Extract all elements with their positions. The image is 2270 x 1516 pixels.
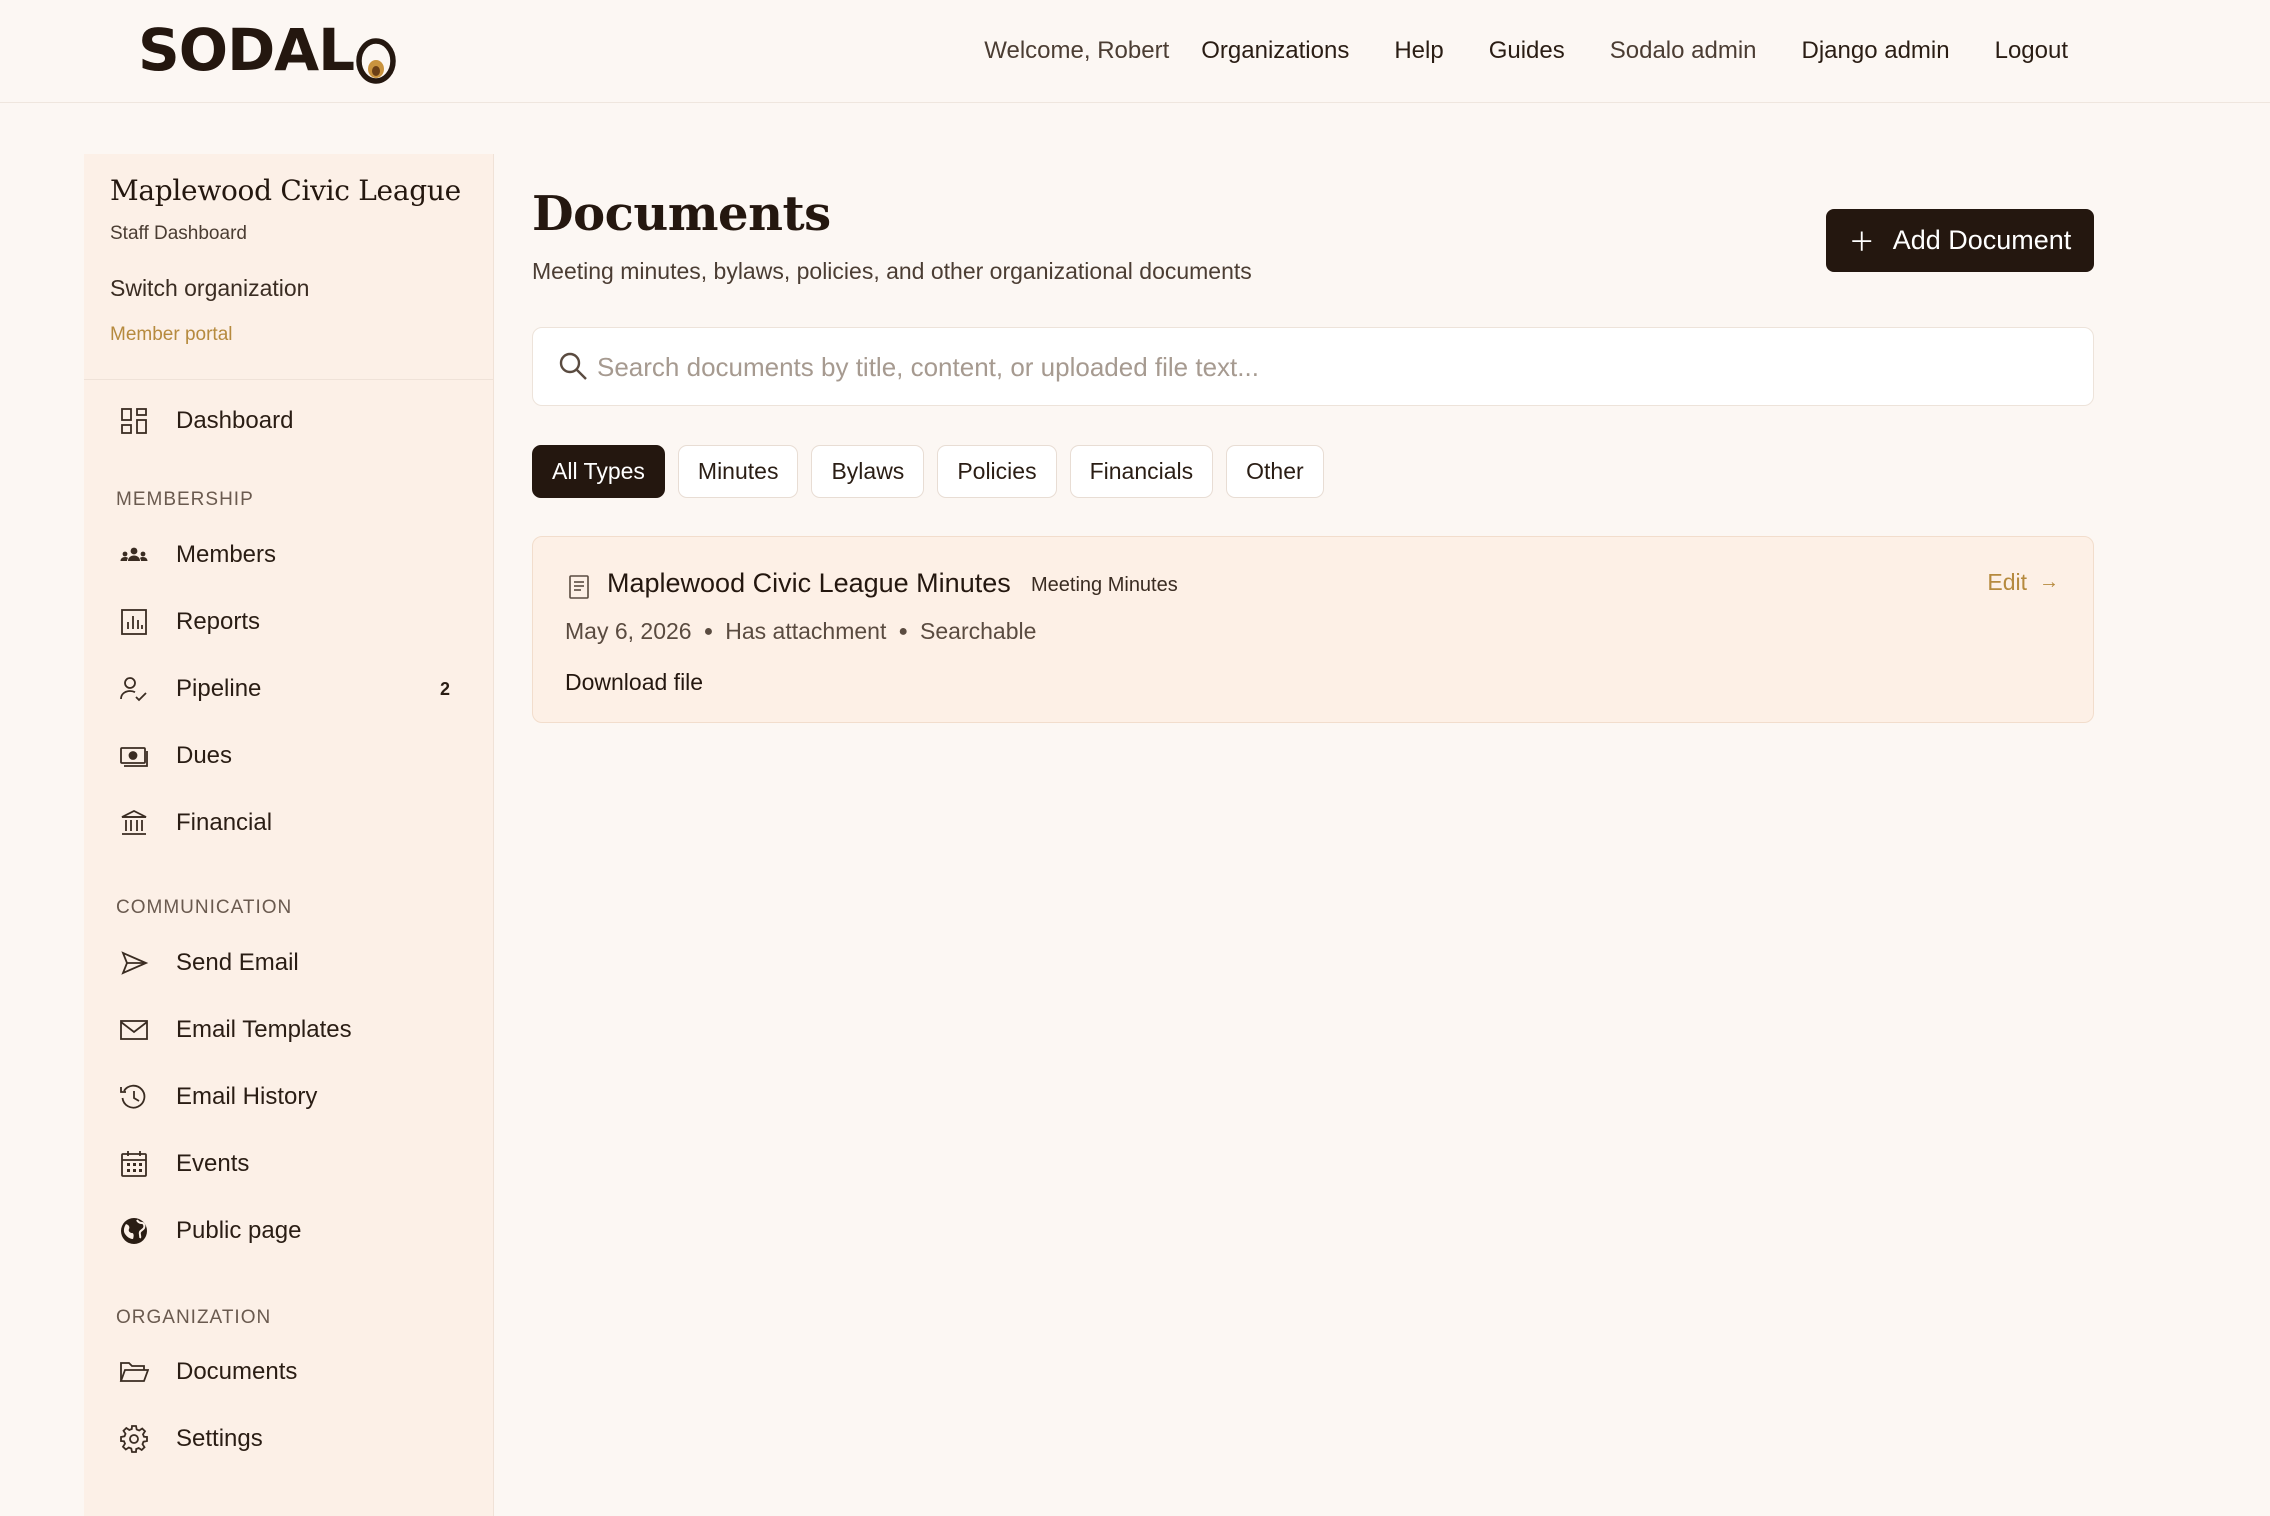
type-filters: All Types Minutes Bylaws Policies Financ… (532, 445, 1337, 498)
sidebar-item-financial[interactable]: Financial (84, 797, 494, 849)
sidebar-item-label: Financial (176, 809, 273, 836)
sidebar-item-members[interactable]: Members (84, 529, 494, 581)
add-document-button[interactable]: ＋ Add Document (1826, 209, 2094, 272)
bar-chart-icon (118, 606, 150, 638)
sidebar-item-label: Send Email (176, 949, 299, 976)
envelope-icon (118, 1014, 150, 1046)
document-attachment-status: Has attachment (725, 618, 887, 644)
edit-document-link[interactable]: Edit → (1987, 569, 2059, 596)
document-date: May 6, 2026 (565, 618, 692, 644)
send-icon (118, 947, 150, 979)
document-icon (566, 574, 592, 600)
sidebar-item-label: Dues (176, 742, 233, 769)
search-icon (557, 350, 589, 382)
section-membership: MEMBERSHIP (116, 489, 254, 510)
sodalo-logo[interactable]: SODAL (138, 16, 396, 84)
sidebar-item-email-history[interactable]: Email History (84, 1071, 494, 1123)
cash-icon (118, 740, 150, 772)
separator-dot: ● (703, 622, 714, 640)
sidebar: Maplewood Civic League Staff Dashboard S… (84, 154, 494, 1516)
add-document-label: Add Document (1892, 225, 2072, 255)
filter-bylaws[interactable]: Bylaws (811, 445, 925, 498)
document-meta: May 6, 2026 ● Has attachment ● Searchabl… (565, 618, 1036, 645)
globe-icon (118, 1215, 150, 1247)
member-portal-link[interactable]: Member portal (110, 324, 467, 346)
dashboard-grid-icon (118, 405, 150, 437)
filter-other[interactable]: Other (1226, 445, 1324, 498)
sidebar-item-label: Events (176, 1150, 250, 1177)
section-communication: COMMUNICATION (116, 897, 293, 918)
document-card: Maplewood Civic League Minutes Meeting M… (532, 536, 2094, 723)
sidebar-item-pipeline[interactable]: Pipeline 2 (84, 663, 494, 715)
sidebar-item-label: Pipeline (176, 675, 262, 702)
history-icon (118, 1081, 150, 1113)
nav-guides[interactable]: Guides (1489, 37, 1565, 65)
org-name: Maplewood Civic League (110, 174, 461, 207)
sidebar-item-label: Email History (176, 1083, 318, 1110)
nav-django-admin[interactable]: Django admin (1802, 37, 1950, 65)
sidebar-item-documents[interactable]: Documents (84, 1346, 494, 1398)
plus-icon: ＋ (1848, 227, 1875, 257)
sidebar-item-label: Documents (176, 1358, 298, 1385)
bank-icon (118, 807, 150, 839)
top-nav: Welcome, Robert Organizations Help Guide… (984, 26, 2270, 76)
sidebar-item-label: Members (176, 541, 277, 568)
org-subtitle: Staff Dashboard (110, 223, 247, 244)
sidebar-item-settings[interactable]: Settings (84, 1413, 494, 1465)
filter-minutes[interactable]: Minutes (677, 445, 799, 498)
folder-icon (118, 1356, 150, 1388)
members-icon (118, 539, 150, 571)
document-type-badge: Meeting Minutes (1031, 574, 1178, 596)
gear-icon (118, 1423, 150, 1455)
nav-help[interactable]: Help (1394, 37, 1443, 65)
edit-label: Edit (1987, 569, 2027, 595)
page-title: Documents (532, 186, 831, 242)
sidebar-item-reports[interactable]: Reports (84, 596, 494, 648)
sidebar-item-label: Public page (176, 1217, 302, 1244)
pipeline-count-badge: 2 (439, 678, 450, 699)
arrow-right-icon: → (2039, 571, 2059, 593)
top-header: SODAL Welcome, Robert Organizations Help… (0, 0, 2270, 103)
sidebar-item-dashboard[interactable]: Dashboard (84, 395, 494, 447)
welcome-text: Welcome, Robert (984, 37, 1170, 64)
switch-organization-link[interactable]: Switch organization (110, 275, 467, 302)
search-input[interactable] (597, 342, 2057, 392)
filter-all-types[interactable]: All Types (532, 445, 665, 498)
org-block: Maplewood Civic League Staff Dashboard S… (84, 154, 493, 380)
sidebar-item-send-email[interactable]: Send Email (84, 937, 494, 989)
sidebar-item-label: Reports (176, 608, 261, 635)
page-subtitle: Meeting minutes, bylaws, policies, and o… (532, 258, 1252, 284)
logo-text: SODAL (138, 16, 355, 84)
filter-policies[interactable]: Policies (937, 445, 1057, 498)
document-title[interactable]: Maplewood Civic League Minutes (607, 568, 1011, 599)
nav-organizations[interactable]: Organizations (1201, 37, 1349, 65)
calendar-icon (118, 1148, 150, 1180)
sidebar-item-email-templates[interactable]: Email Templates (84, 1004, 494, 1056)
sidebar-item-events[interactable]: Events (84, 1138, 494, 1190)
search-box (532, 327, 2094, 406)
sidebar-item-label: Settings (176, 1425, 263, 1452)
nav-logout[interactable]: Logout (1995, 37, 2068, 65)
separator-dot: ● (898, 622, 909, 640)
section-organization: ORGANIZATION (116, 1307, 272, 1328)
user-check-icon (118, 673, 150, 705)
document-searchable-status: Searchable (920, 618, 1037, 644)
filter-financials[interactable]: Financials (1069, 445, 1214, 498)
sidebar-item-label: Dashboard (176, 407, 294, 434)
download-file-link[interactable]: Download file (565, 669, 703, 696)
sidebar-item-label: Email Templates (176, 1016, 352, 1043)
sidebar-item-dues[interactable]: Dues (84, 730, 494, 782)
sidebar-item-public-page[interactable]: Public page (84, 1205, 494, 1257)
logo-o-mark-icon (356, 30, 396, 84)
nav-sodalo-admin[interactable]: Sodalo admin (1610, 37, 1757, 65)
